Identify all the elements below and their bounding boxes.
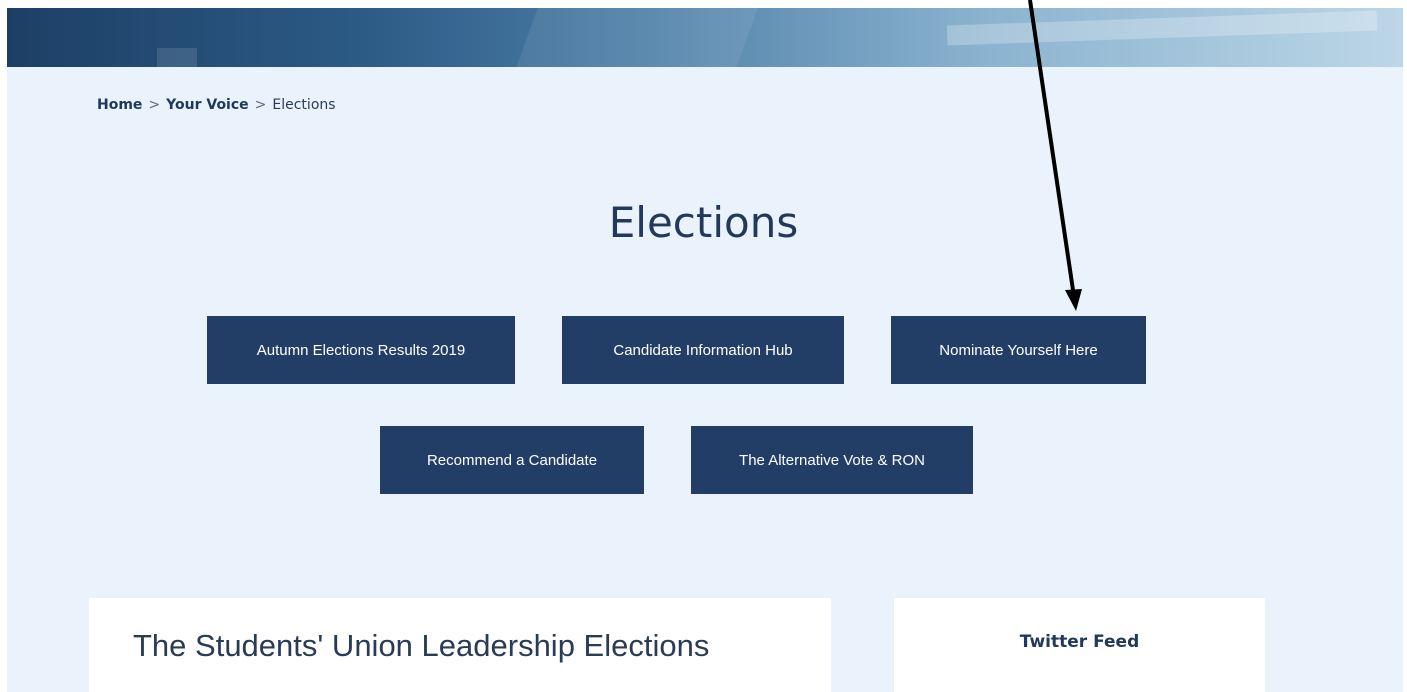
annotation-arrow-icon xyxy=(1028,0,1082,311)
